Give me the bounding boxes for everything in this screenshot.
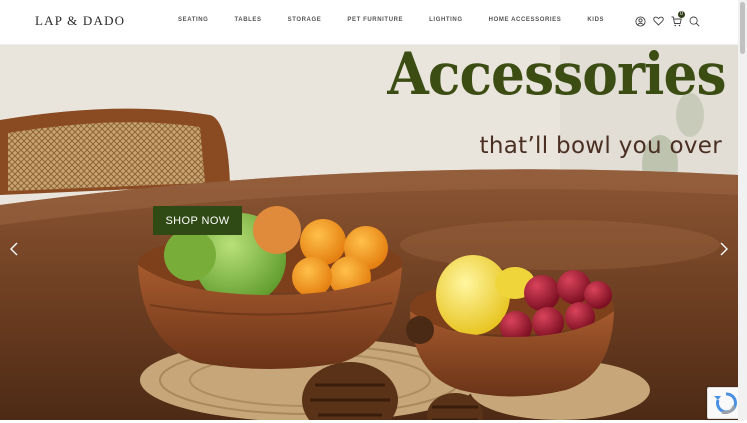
logo[interactable]: LAP & DADO (35, 13, 125, 29)
page-scrollbar[interactable] (738, 0, 747, 420)
user-icon[interactable] (634, 14, 646, 28)
nav-item-seating[interactable]: SEATING (178, 17, 208, 23)
nav-item-storage[interactable]: STORAGE (288, 17, 322, 23)
chevron-left-icon[interactable] (8, 241, 20, 257)
header-icons: 0 (634, 11, 700, 28)
scrollbar-thumb[interactable] (740, 2, 745, 54)
search-icon[interactable] (688, 14, 700, 28)
hero-subline: that’ll bowl you over (479, 133, 722, 159)
chevron-right-icon[interactable] (718, 241, 730, 257)
cart-count-badge: 0 (678, 11, 685, 18)
nav-item-lighting[interactable]: LIGHTING (429, 17, 462, 23)
nav-item-home-accessories[interactable]: HOME ACCESSORIES (489, 17, 562, 23)
shop-now-button[interactable]: SHOP NOW (153, 206, 242, 235)
heart-icon[interactable] (652, 14, 664, 28)
hero-headline: Accessories (387, 45, 727, 108)
cart-icon[interactable]: 0 (670, 11, 685, 28)
nav-item-pet-furniture[interactable]: PET FURNITURE (347, 17, 403, 23)
main-nav: SEATING TABLES STORAGE PET FURNITURE LIG… (178, 17, 630, 23)
site-header: LAP & DADO SEATING TABLES STORAGE PET FU… (0, 0, 738, 45)
hero-banner: Accessories that’ll bowl you over SHOP N… (0, 45, 738, 420)
nav-item-kids[interactable]: KIDS (587, 17, 604, 23)
nav-item-tables[interactable]: TABLES (234, 17, 261, 23)
